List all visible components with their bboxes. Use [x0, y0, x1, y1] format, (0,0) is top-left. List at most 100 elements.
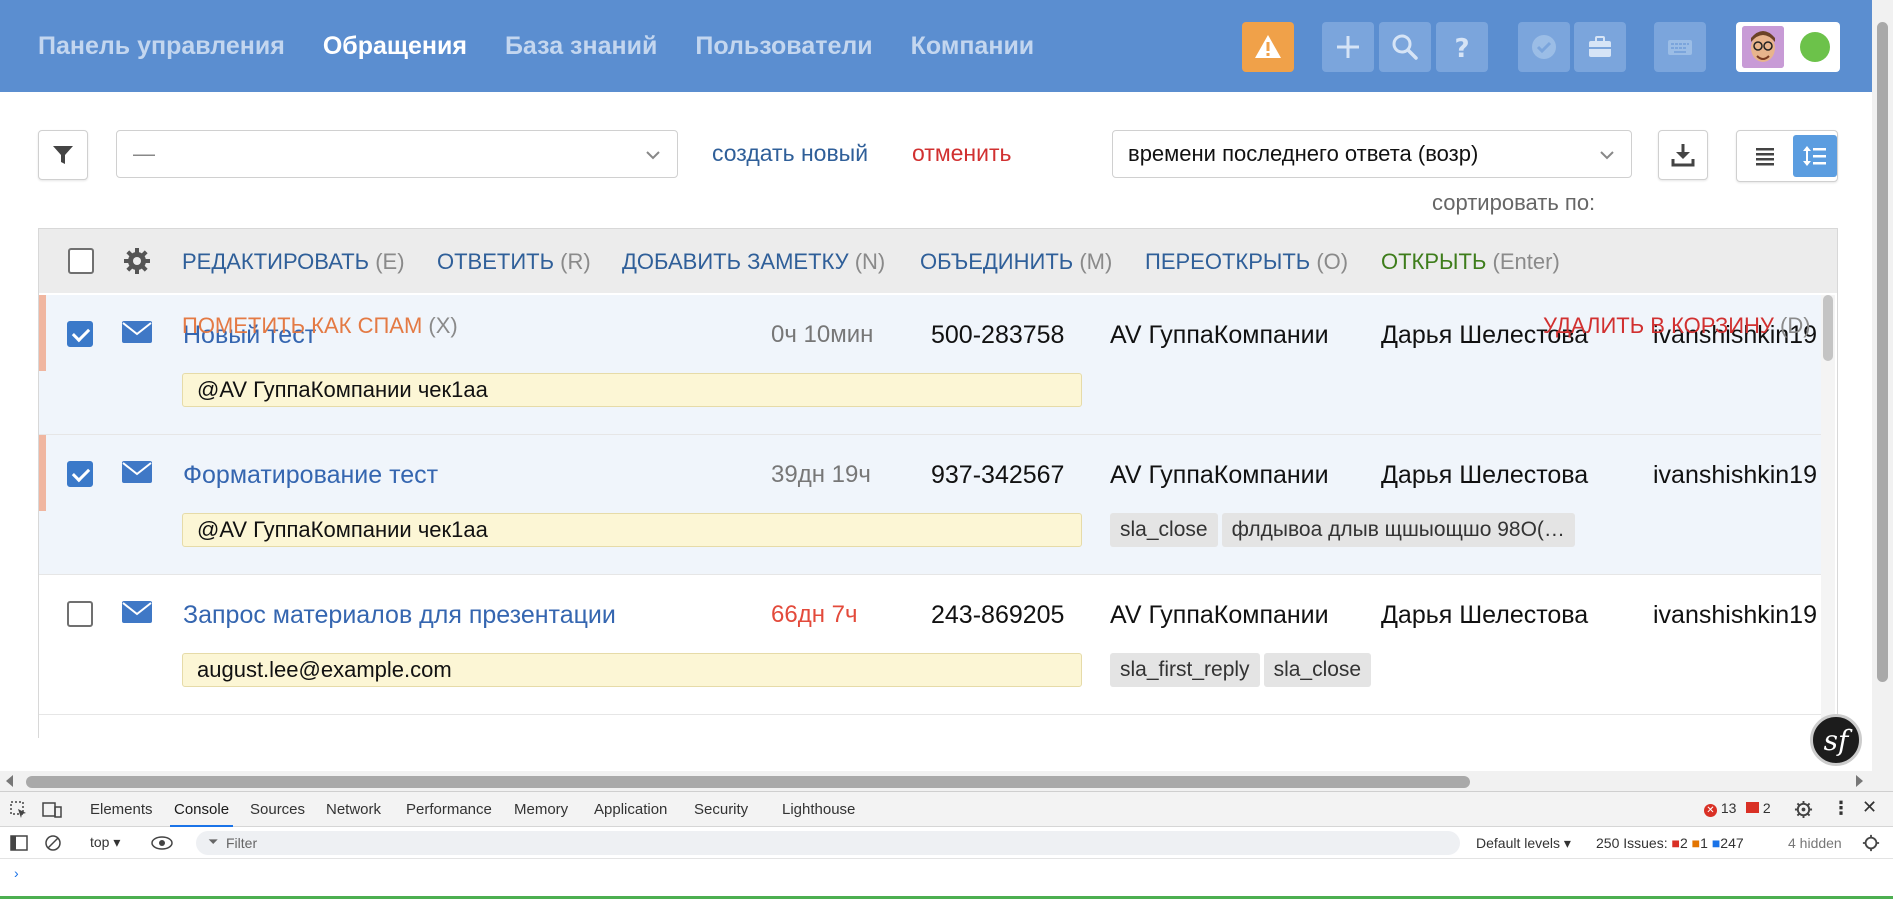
ticket-subject[interactable]: Запрос материалов для презентации — [183, 601, 616, 630]
envelope-icon — [122, 601, 152, 623]
reopen-action[interactable]: ПЕРЕОТКРЫТЬ (O) — [1145, 249, 1348, 275]
ticket-number: 937-342567 — [931, 461, 1065, 489]
tag[interactable]: sla_first_reply — [1110, 653, 1260, 687]
help-button[interactable]: ? — [1436, 22, 1488, 72]
expanded-view-button[interactable] — [1793, 135, 1837, 177]
mark-spam-action[interactable]: ПОМЕТИТЬ КАК СПАМ (X) — [182, 313, 458, 339]
merge-action[interactable]: ОБЪЕДИНИТЬ (M) — [920, 249, 1112, 275]
chevron-down-icon — [1600, 151, 1614, 160]
devtools-tab-security[interactable]: Security — [694, 801, 748, 818]
ticket-agent: Дарья Шелестова — [1381, 461, 1589, 489]
list-icon — [1756, 148, 1774, 166]
settings-gear-icon[interactable] — [1794, 800, 1813, 819]
delete-to-trash-action[interactable]: УДАЛИТЬ В КОРЗИНУ (D) — [1543, 313, 1811, 339]
ticket-time: 39дн 19ч — [771, 461, 871, 488]
devtools-tab-performance[interactable]: Performance — [406, 801, 492, 818]
ticket-number: 500-283758 — [931, 321, 1065, 349]
download-button[interactable] — [1658, 130, 1708, 180]
open-action[interactable]: ОТКРЫТЬ (Enter) — [1381, 249, 1560, 275]
devtools-tab-console[interactable]: Console — [169, 801, 234, 827]
scroll-right-arrow[interactable] — [1856, 775, 1863, 787]
download-icon — [1671, 144, 1695, 167]
edit-action[interactable]: РЕДАКТИРОВАТЬ (E) — [182, 249, 405, 275]
sort-select[interactable]: времени последнего ответа (возр) — [1112, 130, 1632, 178]
nav-knowledge-base[interactable]: База знаний — [505, 32, 657, 61]
add-note-action[interactable]: ДОБАВИТЬ ЗАМЕТКУ (N) — [622, 249, 885, 275]
nav-dashboard[interactable]: Панель управления — [38, 32, 285, 61]
briefcase-button[interactable] — [1574, 22, 1626, 72]
reply-action[interactable]: ОТВЕТИТЬ (R) — [437, 249, 591, 275]
table-row[interactable]: Форматирование тест 39дн 19ч 937-342567 … — [39, 435, 1821, 575]
vertical-scrollbar[interactable] — [1872, 0, 1893, 791]
sort-label: сортировать по: — [1432, 190, 1596, 215]
tag[interactable]: флдывоа длыв щшыощшо 98О(… — [1221, 513, 1575, 547]
funnel-icon: ⏷ — [208, 834, 219, 849]
nav-users[interactable]: Пользователи — [695, 32, 872, 61]
flag-icon — [1746, 802, 1759, 813]
console-settings-icon[interactable] — [1862, 834, 1880, 852]
devtools-tab-application[interactable]: Application — [594, 801, 667, 818]
horizontal-scrollbar[interactable] — [0, 771, 1872, 791]
plus-icon — [1337, 36, 1359, 58]
table-row[interactable]: Запрос материалов для презентации 66дн 7… — [39, 575, 1821, 715]
device-toolbar-icon[interactable] — [42, 801, 62, 819]
ticket-number: 243-869205 — [931, 601, 1065, 629]
vertical-scrollbar-thumb[interactable] — [1877, 22, 1888, 682]
symfony-toolbar-icon[interactable]: sf — [1810, 714, 1862, 766]
row-checkbox[interactable] — [67, 601, 93, 627]
devtools-tab-memory[interactable]: Memory — [514, 801, 568, 818]
row-checkbox[interactable] — [67, 321, 93, 347]
table-scrollbar[interactable] — [1821, 295, 1835, 738]
table-row[interactable] — [39, 715, 1821, 738]
nav-links: Панель управления Обращения База знаний … — [38, 0, 1034, 92]
horizontal-scrollbar-thumb[interactable] — [26, 776, 1470, 788]
nav-tickets[interactable]: Обращения — [323, 32, 467, 61]
search-icon — [1392, 34, 1418, 60]
issues-summary[interactable]: 250 Issues: ■2 ■1 ■247 — [1596, 835, 1744, 851]
alert-button[interactable] — [1242, 22, 1294, 72]
error-counter[interactable]: ✕ 13 — [1704, 800, 1736, 817]
tag[interactable]: sla_close — [1263, 653, 1372, 687]
devtools-tab-elements[interactable]: Elements — [90, 801, 153, 818]
ticket-subject[interactable]: Форматирование тест — [183, 461, 438, 490]
tag[interactable]: sla_close — [1110, 513, 1218, 547]
clear-console-icon[interactable] — [44, 834, 62, 852]
gear-icon[interactable] — [123, 247, 151, 275]
view-select[interactable]: — — [116, 130, 678, 178]
devtools-tab-network[interactable]: Network — [326, 801, 381, 818]
create-new-link[interactable]: создать новый — [712, 140, 868, 167]
log-levels-select[interactable]: Default levels ▾ — [1476, 835, 1571, 852]
line-height-icon — [1803, 146, 1826, 166]
table-scrollbar-thumb[interactable] — [1823, 295, 1833, 361]
eye-icon[interactable] — [150, 834, 174, 852]
scroll-left-arrow[interactable] — [6, 775, 13, 787]
issue-error-icon: ■ — [1671, 835, 1680, 851]
more-options-icon[interactable]: ⋮ — [1832, 798, 1850, 819]
console-filter-input[interactable]: ⏷ Filter — [196, 831, 1460, 855]
filter-button[interactable] — [38, 130, 88, 180]
close-icon[interactable]: ✕ — [1862, 797, 1877, 818]
sidebar-toggle-icon[interactable] — [10, 834, 28, 852]
context-select[interactable]: top ▾ — [90, 834, 120, 851]
issue-counter[interactable]: 2 — [1746, 800, 1771, 816]
avatar — [1742, 26, 1784, 68]
error-icon: ✕ — [1704, 804, 1717, 817]
keyboard-button[interactable] — [1654, 22, 1706, 72]
cancel-link[interactable]: отменить — [912, 140, 1012, 167]
console-prompt[interactable]: › — [14, 865, 19, 881]
select-all-checkbox[interactable] — [68, 248, 94, 274]
devtools-tab-lighthouse[interactable]: Lighthouse — [782, 801, 855, 818]
online-status-dot — [1800, 32, 1830, 62]
filter-icon — [53, 146, 73, 164]
ticket-time: 0ч 10мин — [771, 321, 874, 348]
compact-view-button[interactable] — [1743, 135, 1787, 177]
verified-button[interactable] — [1518, 22, 1570, 72]
row-checkbox[interactable] — [67, 461, 93, 487]
search-button[interactable] — [1379, 22, 1431, 72]
profile-menu[interactable] — [1736, 22, 1840, 72]
layout-toggle — [1736, 130, 1838, 182]
nav-companies[interactable]: Компании — [911, 32, 1035, 61]
inspect-element-icon[interactable] — [10, 801, 28, 819]
devtools-tab-sources[interactable]: Sources — [250, 801, 305, 818]
add-button[interactable] — [1322, 22, 1374, 72]
